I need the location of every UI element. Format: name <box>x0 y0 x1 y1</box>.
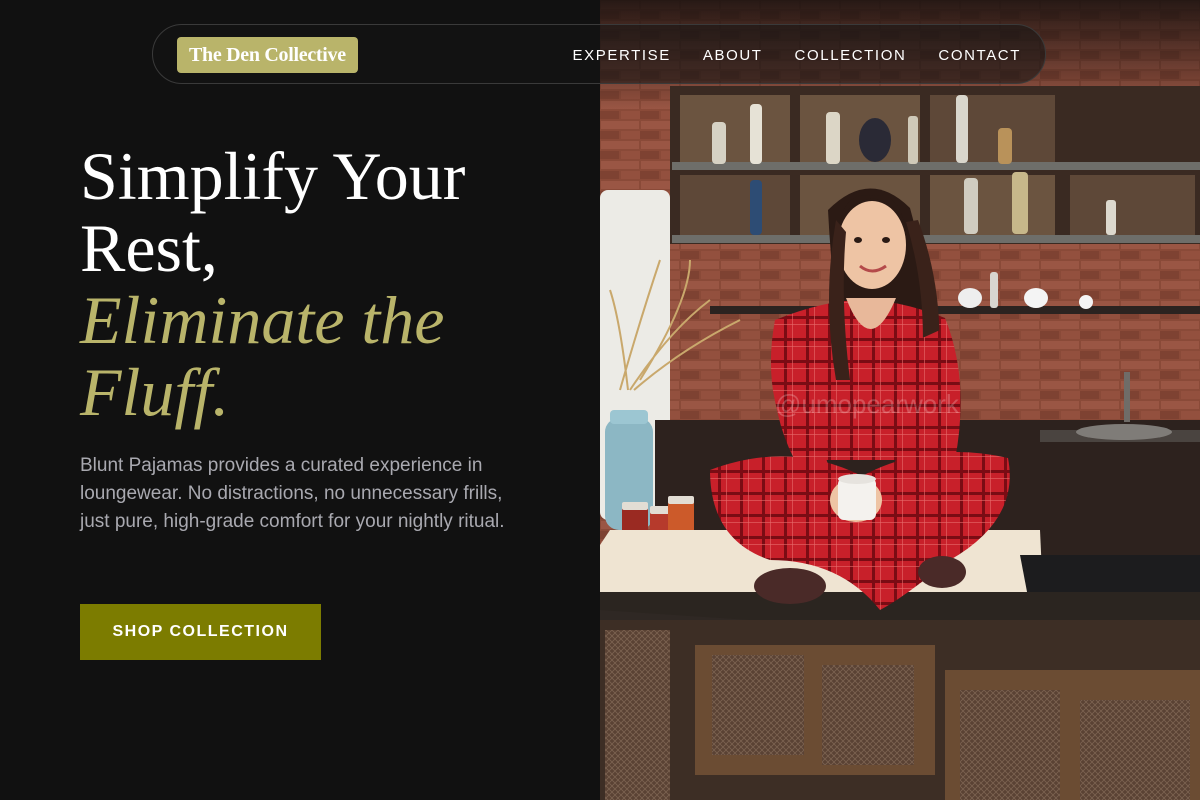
hero-description: Blunt Pajamas provides a curated experie… <box>80 455 505 532</box>
rusty-cabinets <box>600 620 1200 800</box>
hero-headline: Simplify Your Rest, Eliminate the Fluff. <box>80 140 580 428</box>
coffee-mug <box>838 478 876 520</box>
nav-link-about[interactable]: ABOUT <box>703 47 763 64</box>
headline-line-1: Simplify Your <box>80 138 466 214</box>
headline-line-2: Rest, <box>80 210 218 286</box>
headline-accent-line-1: Eliminate the <box>80 282 445 358</box>
photo-watermark: @umopearwork <box>775 389 960 419</box>
nav-link-expertise[interactable]: EXPERTISE <box>573 47 671 64</box>
nav-links: EXPERTISE ABOUT COLLECTION CONTACT <box>573 25 1021 85</box>
brand-logo[interactable]: The Den Collective <box>177 37 358 73</box>
shop-collection-button[interactable]: SHOP COLLECTION <box>80 604 321 660</box>
hero-section: Simplify Your Rest, Eliminate the Fluff.… <box>0 0 600 800</box>
nav-link-contact[interactable]: CONTACT <box>938 47 1021 64</box>
headline-accent-line-2: Fluff. <box>80 354 230 430</box>
kitchen-shelves <box>670 86 1200 244</box>
nav-link-collection[interactable]: COLLECTION <box>795 47 907 64</box>
top-nav: The Den Collective EXPERTISE ABOUT COLLE… <box>152 24 1046 84</box>
hero-photo: @umopearwork <box>600 0 1200 800</box>
